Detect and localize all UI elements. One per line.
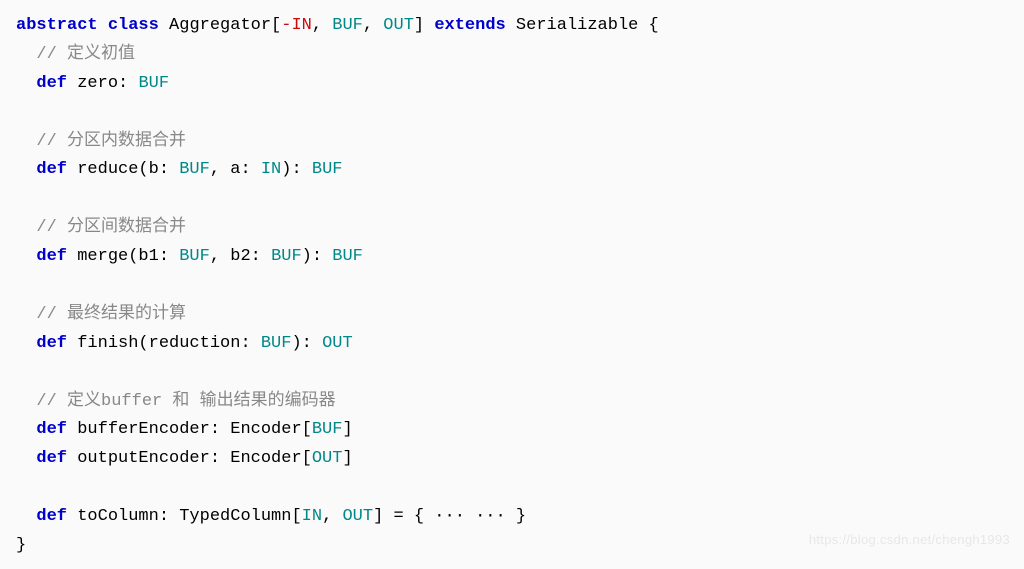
type-buf: BUF	[179, 247, 210, 266]
code-line-3: def reduce(b: BUF, a: IN): BUF	[16, 156, 1008, 185]
blank-line	[16, 474, 1008, 503]
comment-5: // 定义buffer 和 输出结果的编码器	[16, 388, 1008, 417]
type-out: OUT	[322, 334, 353, 353]
classname: Aggregator[	[159, 16, 281, 35]
blank-line	[16, 185, 1008, 214]
keyword-def: def	[36, 247, 67, 266]
code-line-6: def bufferEncoder: Encoder[BUF]	[16, 416, 1008, 445]
code-line-4: def merge(b1: BUF, b2: BUF): BUF	[16, 243, 1008, 272]
type-out: OUT	[312, 449, 343, 468]
code-line-1: abstract class Aggregator[-IN, BUF, OUT]…	[16, 12, 1008, 41]
type-neg-in: -IN	[281, 16, 312, 35]
code-line-7: def outputEncoder: Encoder[OUT]	[16, 445, 1008, 474]
keyword-def: def	[36, 160, 67, 179]
blank-line	[16, 99, 1008, 128]
type-buf: BUF	[179, 160, 210, 179]
keyword-abstract: abstract	[16, 16, 98, 35]
type-buf: BUF	[261, 334, 292, 353]
type-buf: BUF	[312, 420, 343, 439]
comment-2: // 分区内数据合并	[16, 128, 1008, 157]
type-out: OUT	[383, 16, 414, 35]
keyword-class: class	[108, 16, 159, 35]
type-in: IN	[302, 507, 322, 526]
type-in: IN	[261, 160, 281, 179]
keyword-def: def	[36, 507, 67, 526]
watermark: https://blog.csdn.net/chengh1993	[809, 529, 1010, 551]
type-buf: BUF	[312, 160, 343, 179]
blank-line	[16, 359, 1008, 388]
code-line-8: def toColumn: TypedColumn[IN, OUT] = { ·…	[16, 503, 1008, 532]
keyword-def: def	[36, 420, 67, 439]
keyword-def: def	[36, 334, 67, 353]
keyword-def: def	[36, 74, 67, 93]
type-buf: BUF	[332, 16, 363, 35]
code-block: abstract class Aggregator[-IN, BUF, OUT]…	[16, 12, 1008, 561]
keyword-extends: extends	[434, 16, 505, 35]
type-buf: BUF	[271, 247, 302, 266]
type-buf: BUF	[332, 247, 363, 266]
code-line-5: def finish(reduction: BUF): OUT	[16, 330, 1008, 359]
keyword-def: def	[36, 449, 67, 468]
code-line-2: def zero: BUF	[16, 70, 1008, 99]
comment-3: // 分区间数据合并	[16, 214, 1008, 243]
comment-1: // 定义初值	[16, 41, 1008, 70]
type-out: OUT	[342, 507, 373, 526]
type-buf: BUF	[138, 74, 169, 93]
blank-line	[16, 272, 1008, 301]
comment-4: // 最终结果的计算	[16, 301, 1008, 330]
